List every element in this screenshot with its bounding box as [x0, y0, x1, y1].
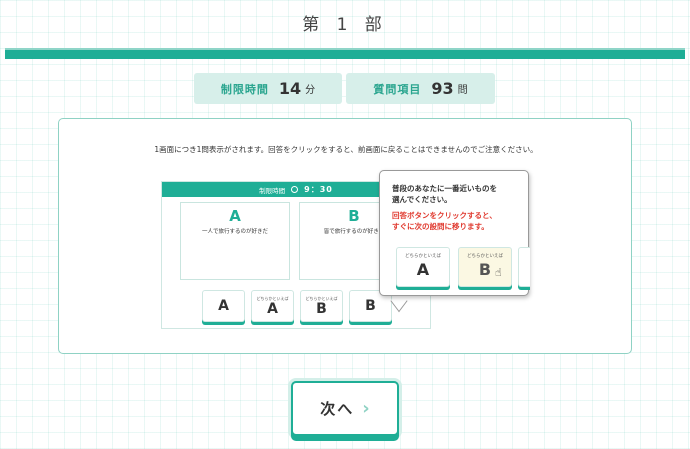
example-answer-lean-a: どちらかといえば A	[251, 290, 294, 322]
answer-lean-b-letter: B	[316, 300, 327, 317]
question-count-value: 93	[431, 79, 454, 98]
hand-cursor-icon: ☝	[495, 266, 502, 279]
example-timer-label: 制限時間	[259, 186, 286, 195]
instruction-panel: 1画面につき1問表示がされます。回答をクリックをすると、前画面に戻ることはできま…	[58, 118, 632, 354]
callout-bubble: 普段のあなたに一番近いものを 選んでください。 回答ボタンをクリックすると、 す…	[379, 170, 530, 296]
callout-line-3: 回答ボタンをクリックすると、	[392, 211, 497, 220]
example-timer-value: 9：30	[304, 185, 333, 194]
callout-lean-b-letter: B	[478, 260, 492, 279]
answer-b-letter: B	[365, 298, 376, 314]
example-answer-a: A	[202, 290, 245, 322]
callout-line-1: 普段のあなたに一番近いものを	[392, 184, 497, 193]
clock-icon	[291, 186, 299, 193]
time-limit-unit: 分	[305, 85, 316, 96]
next-button-label: 次へ	[320, 400, 355, 418]
callout-line-2: 選んでください。	[392, 195, 452, 204]
chevron-right-icon: ›	[362, 398, 370, 419]
header-bar	[5, 48, 685, 59]
example-card-a: A 一人で旅行するのが好きだ	[180, 202, 290, 280]
answer-a-letter: A	[218, 298, 229, 314]
question-count-label: 質問項目	[373, 82, 422, 96]
question-count-box: 質問項目 93 問	[346, 73, 495, 104]
callout-answer-lean-b: どちらかといえば B	[458, 247, 512, 287]
answer-lean-a-letter: A	[267, 300, 278, 317]
callout-line-4: すぐに次の設問に移ります。	[392, 222, 489, 231]
time-limit-label: 制限時間	[220, 82, 269, 96]
next-button[interactable]: 次へ ›	[291, 381, 399, 436]
callout-answer-edge	[518, 247, 530, 287]
time-limit-value: 14	[278, 79, 302, 98]
card-a-text: 一人で旅行するのが好きだ	[201, 229, 268, 235]
callout-answer-lean-a: どちらかといえば A	[396, 247, 450, 287]
question-count-unit: 問	[457, 85, 468, 96]
card-a-letter: A	[229, 207, 241, 225]
example-answer-lean-b: どちらかといえば B	[300, 290, 343, 322]
callout-lean-a-letter: A	[416, 260, 430, 279]
time-limit-box: 制限時間 14 分	[194, 73, 342, 104]
page-title: 第 1 部	[302, 15, 388, 35]
instruction-text: 1画面につき1問表示がされます。回答をクリックをすると、前画面に戻ることはできま…	[154, 145, 538, 154]
